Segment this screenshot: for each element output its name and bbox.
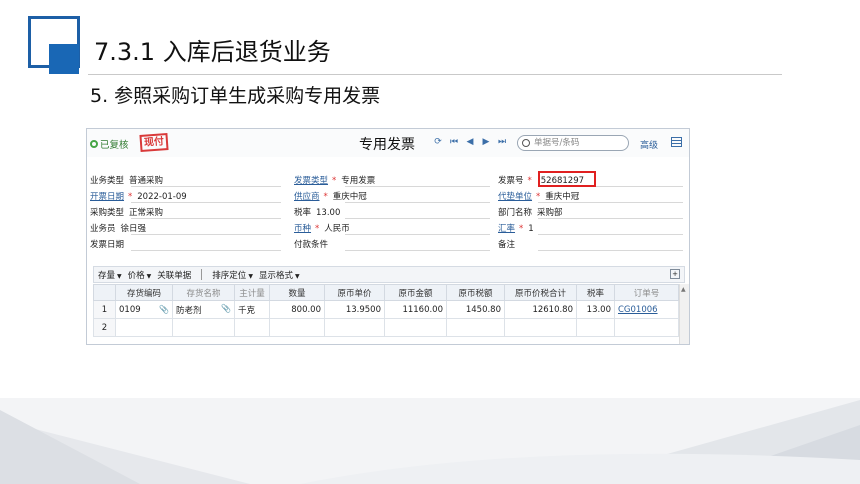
title-divider	[88, 74, 782, 75]
field-due-date[interactable]: 发票日期	[90, 238, 124, 250]
cell-tax-rate[interactable]: 13.00	[576, 300, 615, 319]
cell-unit-price[interactable]	[324, 318, 385, 337]
cell-tax-rate[interactable]	[576, 318, 615, 337]
field-tax-rate[interactable]: 税率 13.00	[294, 206, 340, 218]
refresh-icon[interactable]: ⟳	[433, 137, 443, 147]
cell-quantity[interactable]: 800.00	[269, 300, 325, 319]
related-docs-button[interactable]: 关联单据	[157, 269, 191, 281]
table-header-row: 存货编码 存货名称 主计量 数量 原币单价 原币金额 原币税额 原币价税合计 税…	[93, 284, 679, 301]
cell-quantity[interactable]	[269, 318, 325, 337]
cell-order-no[interactable]: CG01006	[614, 300, 679, 319]
cell-item-name[interactable]	[172, 318, 235, 337]
col-header-rownum	[93, 284, 116, 301]
field-remark[interactable]: 备注	[498, 238, 515, 250]
prev-record-icon[interactable]: ◀	[465, 137, 475, 147]
field-payment-terms[interactable]: 付款条件	[294, 238, 328, 250]
price-menu[interactable]: 价格 ▼	[128, 269, 152, 281]
cell-total[interactable]	[504, 318, 577, 337]
col-header-item-code[interactable]: 存货编码	[115, 284, 173, 301]
status-circle-icon	[90, 140, 98, 148]
col-header-quantity[interactable]: 数量	[269, 284, 325, 301]
cell-amount[interactable]: 11160.00	[384, 300, 447, 319]
stock-menu[interactable]: 存量 ▼	[98, 269, 122, 281]
sort-locate-menu[interactable]: 排序定位 ▼	[212, 269, 253, 281]
row-number: 2	[93, 318, 116, 337]
col-header-total[interactable]: 原币价税合计	[504, 284, 577, 301]
field-currency[interactable]: 币种 * 人民币	[294, 222, 350, 234]
field-department[interactable]: 部门名称 采购部	[498, 206, 563, 218]
cash-payment-stamp: 现付	[139, 133, 169, 152]
bottom-wave-decoration	[0, 400, 860, 484]
cell-item-code[interactable]: 0109 📎	[115, 300, 173, 319]
table-toolbar: 存量 ▼ 价格 ▼ 关联单据 排序定位 ▼ 显示格式 ▼ +	[93, 266, 685, 283]
table-scrollbar[interactable]	[679, 284, 689, 344]
next-record-icon[interactable]: ▶	[481, 137, 491, 147]
slide-title: 7.3.1 入库后退货业务	[90, 34, 341, 70]
field-exchange-rate[interactable]: 汇率 * 1	[498, 222, 534, 234]
decorative-square-filled	[49, 44, 79, 74]
record-navigation: ⟳ ⏮ ◀ ▶ ⏭	[433, 137, 507, 147]
display-format-menu[interactable]: 显示格式 ▼	[259, 269, 300, 281]
paperclip-icon[interactable]: 📎	[159, 305, 169, 314]
cell-item-code[interactable]	[115, 318, 173, 337]
cell-tax[interactable]: 1450.80	[446, 300, 505, 319]
row-number: 1	[93, 300, 116, 319]
invoice-number-highlight	[538, 171, 596, 187]
col-header-amount[interactable]: 原币金额	[384, 284, 447, 301]
cell-unit[interactable]: 千克	[234, 300, 270, 319]
col-header-unit[interactable]: 主计量	[234, 284, 270, 301]
layout-grid-icon[interactable]	[671, 137, 682, 147]
cell-tax[interactable]	[446, 318, 505, 337]
cell-item-name[interactable]: 防老剂 📎	[172, 300, 235, 319]
status-text: 已复核	[100, 140, 129, 151]
slide-subtitle: 5. 参照采购订单生成采购专用发票	[90, 82, 389, 110]
col-header-tax-rate[interactable]: 税率	[576, 284, 615, 301]
col-header-order-no[interactable]: 订单号	[614, 284, 679, 301]
invoice-window: 已复核 现付 专用发票 ⟳ ⏮ ◀ ▶ ⏭ 单据号/条码 高级 业务类型 普通采购…	[86, 128, 690, 345]
cell-unit-price[interactable]: 13.9500	[324, 300, 385, 319]
last-record-icon[interactable]: ⏭	[497, 137, 507, 147]
review-status: 已复核	[90, 137, 129, 151]
col-header-unit-price[interactable]: 原币单价	[324, 284, 385, 301]
cell-order-no[interactable]	[614, 318, 679, 337]
col-header-item-name[interactable]: 存货名称	[172, 284, 235, 301]
table-row[interactable]: 2	[93, 318, 679, 337]
field-invoice-type[interactable]: 发票类型 * 专用发票	[294, 174, 375, 186]
cell-amount[interactable]	[384, 318, 447, 337]
document-title: 专用发票	[359, 137, 415, 153]
field-invoice-date[interactable]: 开票日期 * 2022-01-09	[90, 190, 187, 202]
advanced-search-link[interactable]: 高级	[640, 138, 658, 151]
field-purchase-type[interactable]: 采购类型 正常采购	[90, 206, 163, 218]
invoice-lines-table: 存货编码 存货名称 主计量 数量 原币单价 原币金额 原币税额 原币价税合计 税…	[93, 284, 679, 337]
field-supplier[interactable]: 供应商 * 重庆中冠	[294, 190, 367, 202]
field-payee-unit[interactable]: 代垫单位 * 重庆中冠	[498, 190, 579, 202]
field-salesperson[interactable]: 业务员 徐日强	[90, 222, 146, 234]
cell-unit[interactable]	[234, 318, 270, 337]
field-business-type[interactable]: 业务类型 普通采购	[90, 174, 163, 186]
toolbar-separator	[201, 269, 203, 280]
search-input[interactable]: 单据号/条码	[517, 135, 629, 151]
expand-icon[interactable]: +	[670, 269, 680, 279]
table-row[interactable]: 1 0109 📎 防老剂 📎 千克 800.00 13.9500 11160.0…	[93, 300, 679, 319]
paperclip-icon[interactable]: 📎	[221, 304, 231, 313]
cell-total[interactable]: 12610.80	[504, 300, 577, 319]
col-header-tax[interactable]: 原币税额	[446, 284, 505, 301]
order-link[interactable]: CG01006	[618, 305, 658, 315]
first-record-icon[interactable]: ⏮	[449, 137, 459, 147]
